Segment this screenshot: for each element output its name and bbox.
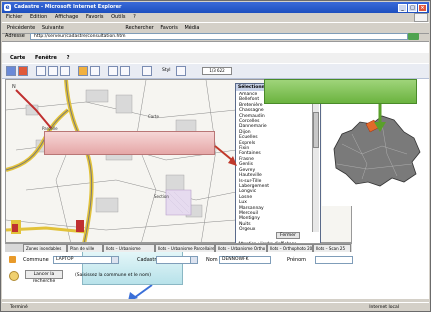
commune-select[interactable]: LAPTOP — [53, 256, 119, 264]
prenom-label: Prénom — [287, 257, 307, 263]
close-button[interactable]: × — [418, 4, 427, 12]
address-label: Adresse — [5, 33, 25, 39]
menu-affichage[interactable]: Affichage — [55, 14, 79, 20]
launch-search-button[interactable]: Lancer la recherche — [25, 270, 63, 284]
search-hint: (Saisissez la commune et le nom) — [75, 273, 151, 278]
prenom-input[interactable] — [315, 256, 353, 264]
browser-window: e Cadastre - Microsoft Internet Explorer… — [0, 0, 431, 312]
status-bar: Terminé Internet local — [2, 302, 429, 311]
layer-tabs: Zones inondables Plan de ville Ilots – U… — [5, 243, 352, 252]
menu-bar: Fichier Edition Affichage Favoris Outils… — [2, 13, 429, 22]
tab-zones-inondables[interactable]: Zones inondables — [23, 244, 67, 252]
tab-ilots-urbanisme[interactable]: Ilots – Urbanisme — [103, 244, 155, 252]
commune-label: Commune — [23, 257, 49, 263]
favorites-button[interactable]: Favoris — [160, 25, 178, 31]
cadastre-select[interactable] — [156, 256, 198, 264]
title-bar: e Cadastre - Microsoft Internet Explorer… — [2, 2, 429, 13]
status-left: Terminé — [10, 305, 28, 310]
address-input[interactable]: http://serveur/cadastre/consultation.htm — [30, 33, 408, 40]
chevron-down-icon — [190, 257, 197, 263]
menu-help[interactable]: ? — [133, 14, 136, 20]
search-button[interactable]: Rechercher — [125, 25, 153, 31]
address-bar: Adresse http://serveur/cadastre/consulta… — [2, 32, 429, 42]
tab-orthophoto-2004[interactable]: Ilots – Orthophoto 2004 — [267, 244, 313, 252]
menu-fichier[interactable]: Fichier — [6, 14, 22, 20]
window-title: Cadastre - Microsoft Internet Explorer — [14, 4, 122, 10]
menu-outils[interactable]: Outils — [111, 14, 125, 20]
nom-label: Nom — [206, 257, 218, 263]
maximize-button[interactable]: □ — [408, 4, 417, 12]
tab-ilots-urbanisme-parcellaire[interactable]: Ilots – Urbanisme Parcellaire — [155, 244, 215, 252]
media-button[interactable]: Média — [184, 25, 199, 31]
minimize-button[interactable]: _ — [398, 4, 407, 12]
menu-favoris[interactable]: Favoris — [86, 14, 104, 20]
commune-value: LAPTOP — [56, 257, 74, 262]
commune-icon — [9, 256, 16, 263]
search-magnifier-icon — [9, 271, 19, 281]
status-zone: Internet local — [369, 305, 399, 310]
forward-button[interactable]: Suivante — [42, 25, 64, 31]
tab-plan-de-ville[interactable]: Plan de ville — [67, 244, 103, 252]
chevron-down-icon — [111, 257, 118, 263]
nom-input[interactable]: DENNOWFK — [219, 256, 271, 264]
back-button[interactable]: Précédente — [7, 25, 35, 31]
tab-scan-25[interactable]: Ilots – Scan 25 — [313, 244, 351, 252]
menu-edition[interactable]: Edition — [30, 14, 47, 20]
tab-ilots-urbanisme-ortho[interactable]: Ilots – Urbanisme Ortho — [215, 244, 267, 252]
ie-icon: e — [4, 4, 11, 11]
windows-logo-icon — [414, 13, 428, 22]
go-button[interactable] — [408, 33, 419, 40]
